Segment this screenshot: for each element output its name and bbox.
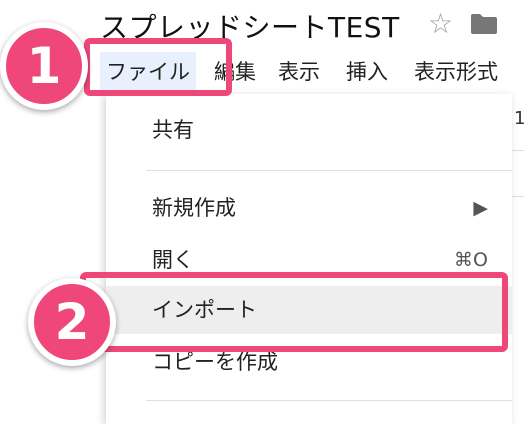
submenu-arrow-icon: ▶ <box>473 197 488 219</box>
menu-view[interactable]: 表示 <box>278 52 320 92</box>
folder-icon[interactable] <box>470 13 498 39</box>
sheet-gridline <box>512 196 524 197</box>
menu-format[interactable]: 表示形式 <box>414 52 498 92</box>
sheet-gridline <box>512 150 524 151</box>
star-icon[interactable]: ☆ <box>428 10 453 38</box>
file-menu-dropdown: 共有 新規作成 ▶ 開く ⌘O インポート コピーを作成 <box>106 94 512 424</box>
menu-divider <box>146 170 512 171</box>
menu-item-label: 共有 <box>152 118 194 142</box>
menu-item-new[interactable]: 新規作成 ▶ <box>106 184 512 232</box>
callout-badge-one: 1 <box>0 22 88 110</box>
menu-insert[interactable]: 挿入 <box>346 52 388 92</box>
menu-item-share[interactable]: 共有 <box>106 106 512 154</box>
callout-highlight-import <box>80 272 508 352</box>
callout-badge-two: 2 <box>28 278 116 366</box>
sheet-row-number: 1 <box>514 108 524 129</box>
callout-highlight-file-menu <box>84 38 232 96</box>
menu-divider <box>146 400 512 401</box>
menu-item-label: 新規作成 <box>152 196 236 220</box>
